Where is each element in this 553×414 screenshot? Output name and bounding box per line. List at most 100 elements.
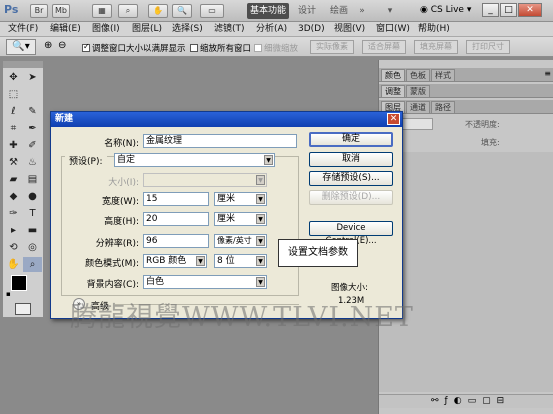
3d-rotate-icon[interactable]: ⟲ <box>4 240 23 255</box>
zoom-in-icon[interactable]: ⊕ <box>44 40 52 51</box>
menu-layer[interactable]: 图层(L) <box>132 23 162 36</box>
tab-adjustments[interactable]: 调整 <box>381 85 405 97</box>
blur-tool-icon[interactable]: ◆ <box>4 189 23 204</box>
move-tool-icon[interactable]: ✥ <box>4 70 23 85</box>
move-arrow-icon[interactable]: ➤ <box>23 70 42 85</box>
preset-select[interactable]: 自定 ▼ <box>114 153 275 167</box>
lasso-tool-icon[interactable]: ℓ <box>4 104 23 119</box>
zoom-tool-icon[interactable]: ⌕ <box>23 257 42 272</box>
fit-screen-button[interactable]: 适合屏幕 <box>362 40 406 54</box>
dialog-close-icon[interactable]: ✕ <box>387 113 400 125</box>
resolution-field[interactable]: 96 <box>143 234 209 248</box>
menu-window[interactable]: 窗口(W) <box>376 23 410 36</box>
save-preset-button[interactable]: 存储预设(S)... <box>309 171 393 186</box>
layers-footer-icons[interactable]: ⚯ƒ◐▭▢⊟ <box>379 394 553 408</box>
tab-swatches[interactable]: 色板 <box>406 69 430 81</box>
menu-analysis[interactable]: 分析(A) <box>256 23 287 36</box>
tab-masks[interactable]: 蒙版 <box>406 85 430 97</box>
workspace-essentials[interactable]: 基本功能 <box>247 3 289 19</box>
dodge-tool-icon[interactable]: ● <box>23 189 42 204</box>
brush-tool-icon[interactable]: ✐ <box>23 138 42 153</box>
pen-tool-icon[interactable]: ✑ <box>4 206 23 221</box>
scrubby-zoom-checkbox[interactable]: 细微缩放 <box>254 42 298 54</box>
marquee-tool-icon[interactable]: ⬚ <box>4 87 23 102</box>
zoom-level-icon[interactable]: ⌕ <box>118 4 138 18</box>
menu-help[interactable]: 帮助(H) <box>418 23 450 36</box>
name-field[interactable]: 金属纹理 <box>143 134 297 148</box>
tab-styles[interactable]: 样式 <box>431 69 455 81</box>
fill-screen-button[interactable]: 填充屏幕 <box>414 40 458 54</box>
hand-tool-icon[interactable]: ✋ <box>4 257 23 272</box>
tool-preset-picker[interactable]: 🔍▾ <box>6 39 36 55</box>
healing-brush-icon[interactable]: ✚ <box>4 138 23 153</box>
adjust-panel-tabs: 调整 蒙版 <box>379 84 553 98</box>
ok-button[interactable]: 确定 <box>309 132 393 147</box>
bridge-button[interactable]: Br <box>30 4 48 18</box>
foreground-color-swatch[interactable] <box>11 275 27 291</box>
title-bar: Ps Br Mb ▦ ⌕ ✋ 🔍 ▭ 基本功能 设计 绘画 » ▾ ◉ CS L… <box>0 0 553 22</box>
height-unit-select[interactable]: 厘米 ▼ <box>214 212 267 226</box>
quick-select-icon[interactable]: ✎ <box>23 104 42 119</box>
workspace-painting[interactable]: 绘画 <box>325 3 353 19</box>
crop-tool-icon[interactable]: ⌗ <box>4 121 23 136</box>
delete-preset-button[interactable]: 删除预设(D)... <box>309 190 393 205</box>
device-central-button[interactable]: Device Central(E)... <box>309 221 393 246</box>
actual-pixels-button[interactable]: 实际像素 <box>310 40 354 54</box>
resolution-unit-select[interactable]: 像素/英寸 ▼ <box>214 234 267 248</box>
resize-windows-checkbox[interactable]: 调整窗口大小以满屏显示 <box>82 42 186 54</box>
width-field[interactable]: 15 <box>143 192 209 206</box>
minimize-button[interactable]: _ <box>482 3 499 17</box>
height-field[interactable]: 20 <box>143 212 209 226</box>
zoom-tool-icon[interactable]: 🔍 <box>172 4 192 18</box>
color-mode-select[interactable]: RGB 颜色 ▼ <box>143 254 207 268</box>
tab-paths[interactable]: 路径 <box>431 101 455 113</box>
annotation-callout: 设置文档参数 <box>278 239 358 267</box>
zoom-tool-icon: 🔍▾ <box>12 41 30 52</box>
hand-tool-icon[interactable]: ✋ <box>148 4 168 18</box>
workspace-menu-icon[interactable]: ▾ <box>384 3 396 19</box>
bit-depth-select[interactable]: 8 位 ▼ <box>214 254 267 268</box>
panel-menu-icon[interactable]: ≡ <box>544 69 551 78</box>
checkbox-unchecked <box>254 44 262 52</box>
history-brush-icon[interactable]: ♨ <box>23 155 42 170</box>
3d-orbit-icon[interactable]: ◎ <box>23 240 42 255</box>
size-select[interactable]: ▼ <box>143 173 267 187</box>
print-size-button[interactable]: 打印尺寸 <box>466 40 510 54</box>
clone-stamp-icon[interactable]: ⚒ <box>4 155 23 170</box>
menu-filter[interactable]: 滤镜(T) <box>214 23 245 36</box>
menu-3d[interactable]: 3D(D) <box>298 23 325 36</box>
background-label: 背景内容(C): <box>86 280 139 290</box>
menu-view[interactable]: 视图(V) <box>334 23 365 36</box>
menu-select[interactable]: 选择(S) <box>172 23 203 36</box>
gradient-tool-icon[interactable]: ▤ <box>23 172 42 187</box>
close-button[interactable]: ✕ <box>518 3 542 17</box>
quick-mask-icon[interactable] <box>15 303 31 315</box>
path-select-icon[interactable]: ▸ <box>4 223 23 238</box>
cancel-button[interactable]: 取消 <box>309 152 393 167</box>
tab-channels[interactable]: 通道 <box>406 101 430 113</box>
tab-color[interactable]: 颜色 <box>381 69 405 81</box>
type-tool-icon[interactable]: T <box>23 206 42 221</box>
menu-image[interactable]: 图像(I) <box>92 23 120 36</box>
arrange-documents-icon[interactable]: ▭ <box>200 4 224 18</box>
workspace-design[interactable]: 设计 <box>293 3 321 19</box>
chevron-down-icon: ▼ <box>256 194 265 204</box>
background-select[interactable]: 白色 ▼ <box>143 275 267 289</box>
zoom-out-icon[interactable]: ⊖ <box>58 40 66 51</box>
color-mode-label: 颜色模式(M): <box>85 259 139 269</box>
shape-tool-icon[interactable]: ▬ <box>23 223 42 238</box>
minibridge-button[interactable]: Mb <box>52 4 70 18</box>
cslive-label[interactable]: ◉ CS Live ▾ <box>420 5 471 15</box>
zoom-all-checkbox[interactable]: 缩放所有窗口 <box>190 42 251 54</box>
menu-edit[interactable]: 编辑(E) <box>50 23 81 36</box>
eyedropper-tool-icon[interactable]: ✒ <box>23 121 42 136</box>
toolbox-handle[interactable] <box>3 61 43 68</box>
width-unit-select[interactable]: 厘米 ▼ <box>214 192 267 206</box>
eraser-tool-icon[interactable]: ▰ <box>4 172 23 187</box>
menu-file[interactable]: 文件(F) <box>8 23 38 36</box>
maximize-button[interactable]: □ <box>500 3 517 17</box>
preset-label: 预设(P): <box>65 154 107 167</box>
default-colors-icon[interactable]: ▪ <box>6 290 11 298</box>
workspace-more[interactable]: » <box>356 3 368 19</box>
extras-icon[interactable]: ▦ <box>92 4 112 18</box>
